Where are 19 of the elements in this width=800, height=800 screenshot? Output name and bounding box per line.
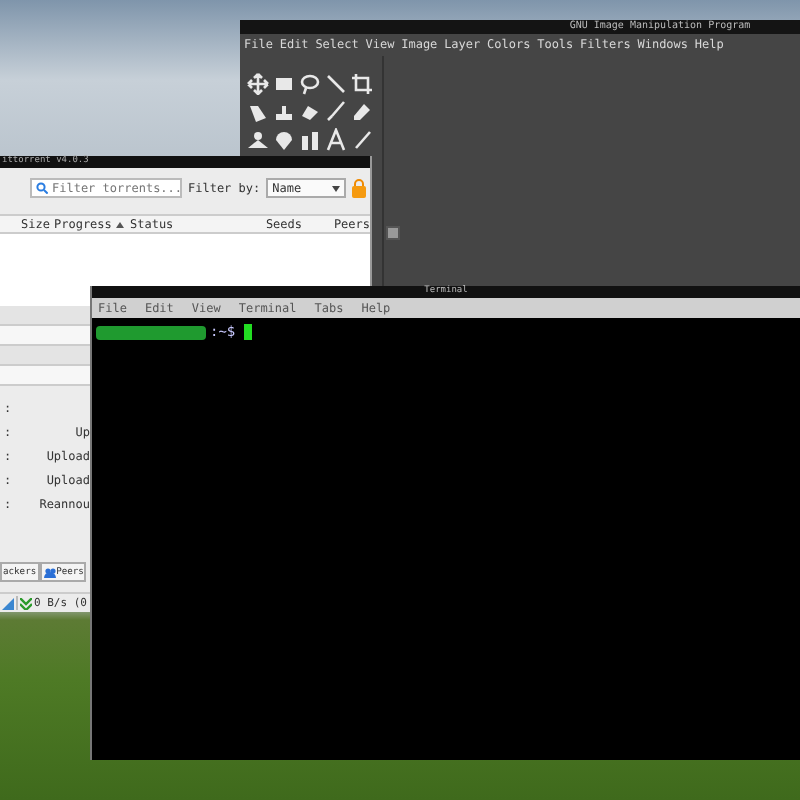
blurred-username — [96, 325, 206, 339]
network-icon — [2, 597, 14, 609]
eraser-icon[interactable] — [350, 100, 374, 124]
people-icon — [43, 567, 56, 577]
lasso-icon[interactable] — [298, 72, 322, 96]
download-icon — [20, 597, 32, 609]
caret-icon — [332, 185, 341, 191]
rectangle-icon[interactable] — [272, 72, 296, 96]
text-tool-icon[interactable] — [324, 128, 348, 152]
stamp-icon[interactable] — [272, 100, 296, 124]
blob-icon[interactable] — [272, 128, 296, 152]
crop-icon[interactable] — [350, 72, 374, 96]
sort-caret-icon — [116, 221, 124, 227]
move-arrows-icon[interactable] — [246, 72, 270, 96]
figure-icon[interactable] — [246, 128, 270, 152]
text-cursor — [243, 324, 252, 340]
dock-icon[interactable] — [386, 226, 400, 240]
lock-icon — [352, 178, 367, 198]
search-icon — [36, 182, 48, 194]
